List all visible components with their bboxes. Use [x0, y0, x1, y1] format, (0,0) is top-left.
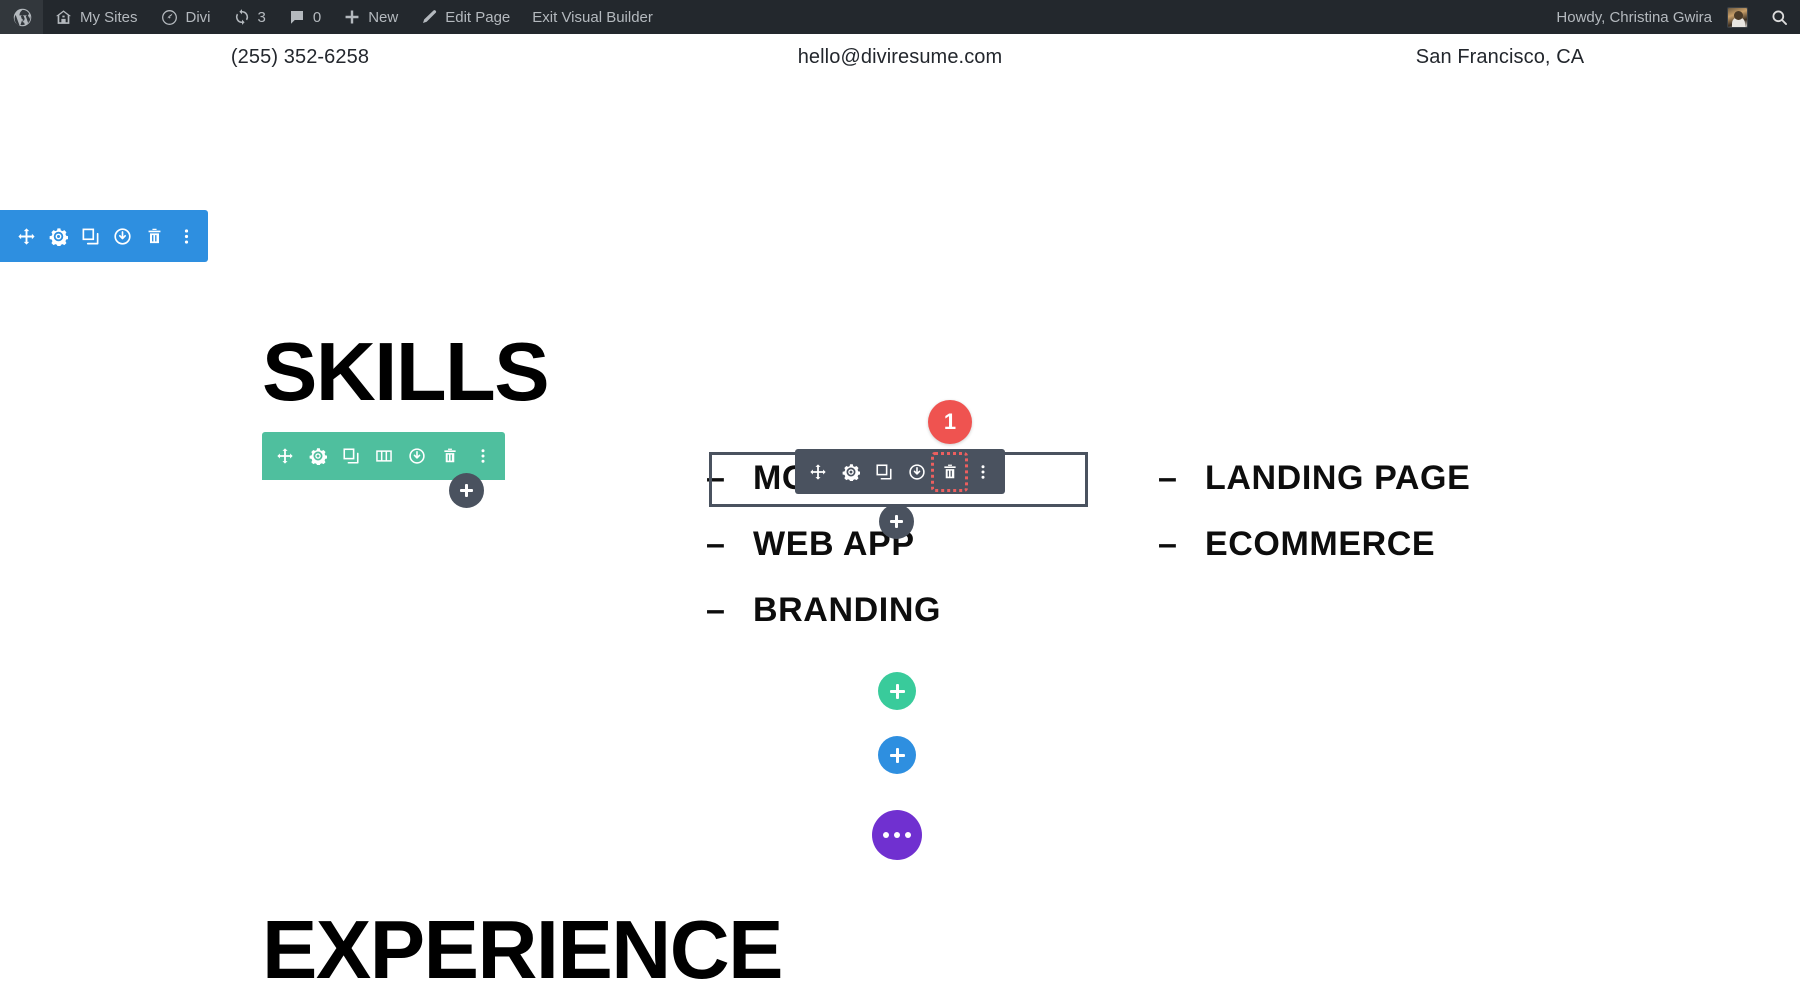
duplicate-row-icon[interactable]: [334, 432, 367, 480]
plus-icon: [460, 484, 473, 497]
pencil-icon: [420, 8, 438, 26]
admin-bar-label-divi: Divi: [185, 8, 211, 26]
admin-bar-right-group: Howdy, Christina Gwira: [1545, 0, 1800, 34]
row-settings-icon[interactable]: [301, 432, 334, 480]
module-more-options-icon[interactable]: [966, 449, 999, 494]
skill-item-ecommerce: – ECOMMERCE: [1158, 525, 1558, 591]
module-toolbar: [795, 449, 1005, 494]
skill-item-landing-page: – LANDING PAGE: [1158, 459, 1558, 525]
move-section-icon[interactable]: [10, 210, 42, 262]
add-new-row-button[interactable]: [878, 672, 916, 710]
duplicate-module-icon[interactable]: [867, 449, 900, 494]
admin-bar-item-comments[interactable]: 0: [277, 0, 332, 34]
skill-item-branding: – BRANDING: [706, 591, 1136, 657]
search-icon: [1770, 8, 1789, 27]
ellipsis-icon: [883, 832, 911, 838]
wordpress-logo-icon: [12, 7, 33, 28]
admin-bar-label-updates-count: 3: [257, 8, 266, 26]
plus-icon: [889, 747, 905, 763]
page-canvas: (255) 352-6258 hello@diviresume.com San …: [0, 34, 1800, 991]
move-module-icon[interactable]: [801, 449, 834, 494]
add-specialty-section-button[interactable]: [872, 810, 922, 860]
section-settings-icon[interactable]: [42, 210, 74, 262]
admin-bar-item-exit-visual-builder[interactable]: Exit Visual Builder: [521, 0, 664, 34]
plus-icon: [343, 8, 361, 26]
skill-label: LANDING PAGE: [1205, 459, 1471, 497]
contact-phone[interactable]: (255) 352-6258: [0, 46, 600, 69]
updates-icon: [233, 8, 251, 26]
plus-icon: [889, 683, 905, 699]
admin-bar-item-divi[interactable]: Divi: [149, 0, 222, 34]
admin-bar-label-new: New: [368, 8, 399, 26]
skill-label: ECOMMERCE: [1205, 525, 1436, 563]
skill-label: BRANDING: [753, 591, 942, 629]
skill-dash: –: [1158, 459, 1178, 497]
admin-bar-item-wp-logo[interactable]: [0, 0, 43, 34]
delete-module-icon[interactable]: [931, 451, 968, 492]
delete-section-icon[interactable]: [138, 210, 170, 262]
admin-bar-account-greeting: Howdy, Christina Gwira: [1556, 8, 1712, 26]
admin-bar-item-search[interactable]: [1759, 0, 1800, 34]
avatar: [1727, 6, 1748, 28]
sites-icon: [54, 8, 73, 27]
page-title-experience: EXPERIENCE: [262, 902, 784, 996]
page-title-skills: SKILLS: [262, 324, 550, 418]
section-more-options-icon[interactable]: [170, 210, 202, 262]
skill-item-web-app: – WEB APP: [706, 525, 1136, 591]
row-columns-icon[interactable]: [367, 432, 400, 480]
move-row-icon[interactable]: [268, 432, 301, 480]
add-module-inline-button[interactable]: [449, 473, 484, 508]
contact-info-bar: (255) 352-6258 hello@diviresume.com San …: [0, 46, 1800, 69]
admin-bar-item-my-sites[interactable]: My Sites: [43, 0, 149, 34]
skill-dash: –: [706, 591, 726, 629]
save-section-library-icon[interactable]: [106, 210, 138, 262]
admin-bar-item-new[interactable]: New: [332, 0, 409, 34]
contact-location: San Francisco, CA: [1415, 46, 1585, 68]
module-settings-icon[interactable]: [834, 449, 867, 494]
add-new-section-button[interactable]: [878, 736, 916, 774]
wp-admin-bar: My Sites Divi 3 0 New Edit Page Exit Vis…: [0, 0, 1800, 34]
admin-bar-item-my-account[interactable]: Howdy, Christina Gwira: [1545, 0, 1759, 34]
skill-dash: –: [1158, 525, 1178, 563]
skill-dash: –: [706, 525, 726, 563]
admin-bar-item-updates[interactable]: 3: [222, 0, 277, 34]
add-row-inline-button[interactable]: [879, 504, 914, 539]
comment-bubble-icon: [288, 8, 306, 26]
step-badge-1: 1: [928, 400, 972, 444]
plus-icon: [890, 515, 903, 528]
admin-bar-label-exit-visual-builder: Exit Visual Builder: [532, 8, 653, 26]
admin-bar-label-edit-page: Edit Page: [445, 8, 511, 26]
admin-bar-label-my-sites: My Sites: [80, 8, 138, 26]
admin-bar-item-edit-page[interactable]: Edit Page: [409, 0, 521, 34]
contact-email[interactable]: hello@diviresume.com: [600, 46, 1200, 69]
save-module-library-icon[interactable]: [900, 449, 933, 494]
admin-bar-label-comments-count: 0: [312, 8, 322, 26]
divi-icon: [160, 8, 179, 27]
save-row-library-icon[interactable]: [400, 432, 433, 480]
skills-column-right: – LANDING PAGE – ECOMMERCE: [1158, 459, 1558, 591]
duplicate-section-icon[interactable]: [74, 210, 106, 262]
section-toolbar: [0, 210, 208, 262]
